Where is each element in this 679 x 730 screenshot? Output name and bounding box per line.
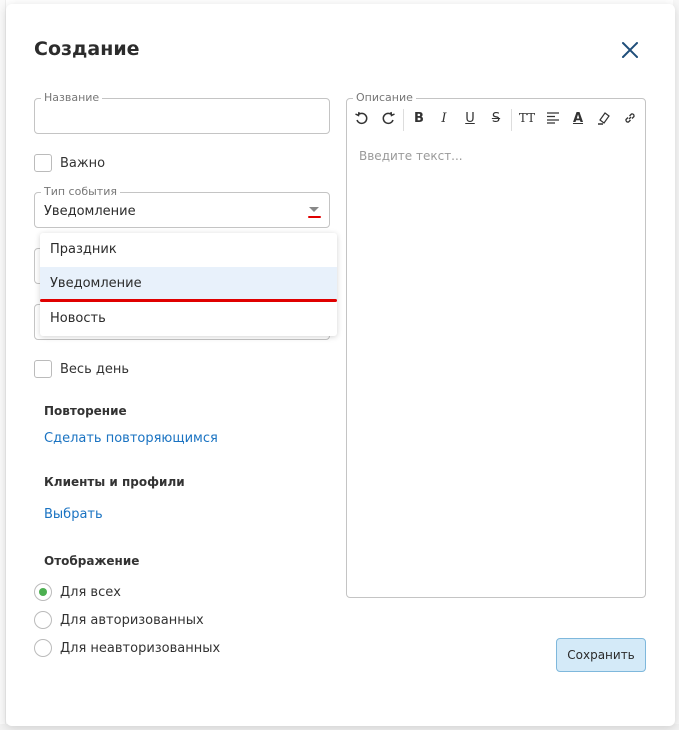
dropdown-option-holiday[interactable]: Праздник bbox=[40, 233, 337, 267]
event-type-dropdown: Праздник Уведомление Новость bbox=[40, 233, 337, 336]
link-button[interactable] bbox=[619, 107, 641, 129]
radio-display-all[interactable] bbox=[34, 583, 52, 601]
important-checkbox[interactable] bbox=[34, 154, 52, 172]
undo-button[interactable] bbox=[351, 107, 373, 129]
dropdown-option-news[interactable]: Новость bbox=[40, 302, 337, 336]
redo-button[interactable] bbox=[377, 107, 399, 129]
dropdown-option-notification[interactable]: Уведомление bbox=[40, 267, 337, 301]
description-editor[interactable]: Описание B I U S TT A Введите текст... bbox=[346, 91, 647, 598]
event-type-value: Уведомление bbox=[44, 204, 136, 219]
radio-display-authorized[interactable] bbox=[34, 611, 52, 629]
italic-button[interactable]: I bbox=[433, 107, 455, 129]
dialog-title: Создание bbox=[34, 38, 140, 60]
editor-toolbar: B I U S TT A bbox=[347, 107, 647, 131]
event-type-legend: Тип события bbox=[41, 185, 120, 199]
radio-display-all-label: Для всех bbox=[60, 585, 121, 600]
redo-icon bbox=[382, 111, 395, 125]
text-size-button[interactable]: TT bbox=[516, 107, 538, 129]
radio-display-authorized-label: Для авторизованных bbox=[60, 613, 204, 628]
strikethrough-button[interactable]: S bbox=[485, 107, 507, 129]
undo-icon bbox=[355, 111, 368, 125]
create-event-dialog: Создание Название Важно Тип события Увед… bbox=[6, 4, 675, 726]
highlighter-icon bbox=[598, 112, 610, 125]
all-day-label: Весь день bbox=[60, 362, 130, 377]
select-clients-link[interactable]: Выбрать bbox=[44, 507, 103, 522]
save-button[interactable]: Сохранить bbox=[556, 638, 646, 672]
repeat-section-title: Повторение bbox=[44, 404, 127, 418]
highlight-button[interactable] bbox=[593, 107, 615, 129]
close-button[interactable] bbox=[618, 38, 642, 62]
toolbar-separator bbox=[511, 109, 512, 131]
close-icon bbox=[622, 42, 638, 58]
toolbar-separator bbox=[403, 109, 404, 131]
radio-display-unauthorized-label: Для неавторизованных bbox=[60, 641, 221, 656]
align-button[interactable] bbox=[542, 107, 564, 129]
name-field[interactable]: Название bbox=[34, 91, 330, 134]
all-day-checkbox[interactable] bbox=[34, 360, 52, 378]
description-placeholder: Введите текст... bbox=[359, 149, 463, 163]
chevron-down-icon bbox=[309, 207, 319, 212]
clients-section-title: Клиенты и профили bbox=[44, 475, 185, 489]
radio-display-unauthorized[interactable] bbox=[34, 639, 52, 657]
make-recurring-link[interactable]: Сделать повторяющимся bbox=[44, 431, 218, 446]
align-left-icon bbox=[547, 112, 559, 124]
caret-highlight-mark bbox=[308, 216, 321, 218]
description-legend: Описание bbox=[353, 91, 416, 105]
event-type-select[interactable]: Тип события Уведомление bbox=[34, 185, 330, 228]
name-field-legend: Название bbox=[41, 91, 103, 105]
underline-button[interactable]: U bbox=[459, 107, 481, 129]
link-icon bbox=[625, 113, 635, 123]
important-label: Важно bbox=[60, 156, 106, 171]
text-color-button[interactable]: A bbox=[567, 107, 589, 129]
display-section-title: Отображение bbox=[44, 554, 140, 568]
bold-button[interactable]: B bbox=[408, 107, 430, 129]
